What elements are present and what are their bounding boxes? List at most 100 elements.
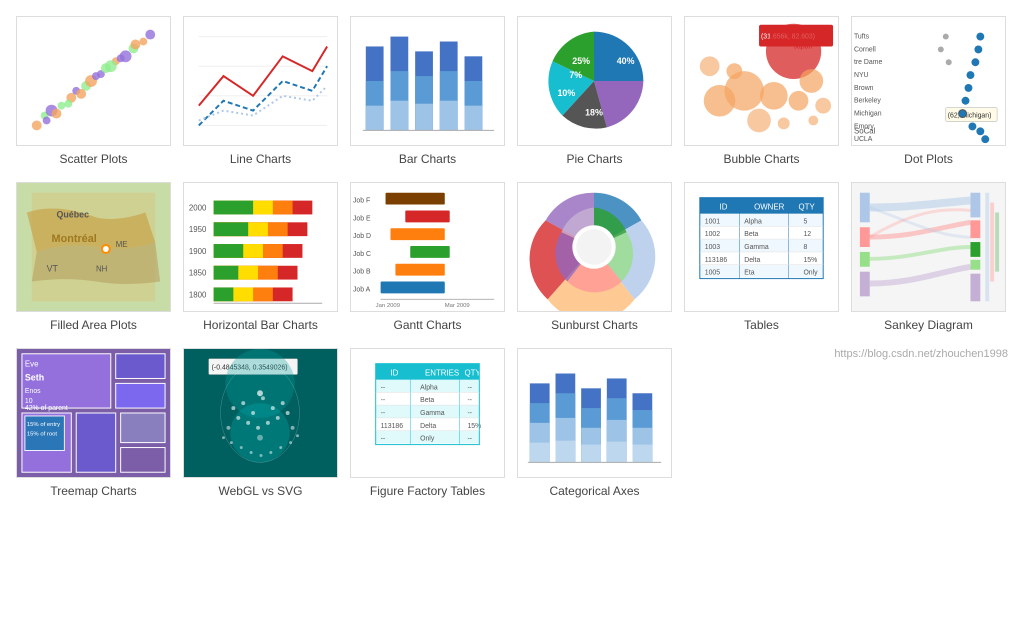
svg-text:--: -- xyxy=(467,410,472,417)
svg-text:7%: 7% xyxy=(569,70,582,80)
svg-text:1800: 1800 xyxy=(189,290,207,299)
svg-text:Jan 2009: Jan 2009 xyxy=(376,303,400,309)
svg-text:Beta: Beta xyxy=(744,231,758,238)
svg-text:Job A: Job A xyxy=(353,286,371,293)
svg-text:5: 5 xyxy=(803,218,807,225)
chart-item-catax[interactable]: Categorical Axes xyxy=(517,348,672,498)
svg-text:Eta: Eta xyxy=(744,270,755,277)
chart-item-bubble[interactable]: (31.656k, 82.603) Japan Bubble Charts xyxy=(684,16,839,166)
svg-text:(62, Michigan): (62, Michigan) xyxy=(948,113,992,120)
chart-label-figfac: Figure Factory Tables xyxy=(370,484,485,498)
svg-text:Job E: Job E xyxy=(353,215,371,222)
svg-text:1003: 1003 xyxy=(705,244,720,251)
svg-text:2000: 2000 xyxy=(189,203,207,212)
svg-text:1950: 1950 xyxy=(189,225,207,234)
chart-thumb-scatter xyxy=(16,16,171,146)
chart-item-bar[interactable]: Bar Charts xyxy=(350,16,505,166)
chart-thumb-treemap: Eve Seth Enos 10 42% of parent 15% of en… xyxy=(16,348,171,478)
svg-text:ID: ID xyxy=(720,202,728,211)
svg-text:1001: 1001 xyxy=(705,218,720,225)
chart-label-bubble: Bubble Charts xyxy=(723,152,799,166)
svg-text:--: -- xyxy=(381,384,386,391)
svg-text:OWNER: OWNER xyxy=(754,202,784,211)
chart-item-figfac[interactable]: ID ENTRIES QTY -- Alpha -- -- Beta -- --… xyxy=(350,348,505,498)
chart-label-bar: Bar Charts xyxy=(399,152,456,166)
chart-item-scatter[interactable]: Scatter Plots xyxy=(16,16,171,166)
svg-text:15% of entry: 15% of entry xyxy=(27,422,60,428)
svg-text:42% of parent: 42% of parent xyxy=(25,405,68,412)
svg-text:113186: 113186 xyxy=(381,423,404,430)
svg-text:15% of root: 15% of root xyxy=(27,432,58,438)
svg-text:Eve: Eve xyxy=(25,360,39,369)
chart-thumb-figfac: ID ENTRIES QTY -- Alpha -- -- Beta -- --… xyxy=(350,348,505,478)
svg-text:NYU: NYU xyxy=(854,72,869,79)
svg-text:12: 12 xyxy=(803,231,811,238)
chart-item-filledarea[interactable]: Québec Montréal ME VT NH Filled Area Plo… xyxy=(16,182,171,332)
chart-item-gantt[interactable]: Job F Job E Job D Job C Job B Job A Jan … xyxy=(350,182,505,332)
chart-item-webgl[interactable]: (-0.4845348, 0.3549026) xyxy=(183,348,338,498)
chart-thumb-filledarea: Québec Montréal ME VT NH xyxy=(16,182,171,312)
chart-item-line[interactable]: Line Charts xyxy=(183,16,338,166)
svg-text:Cornell: Cornell xyxy=(854,46,876,53)
svg-text:NH: NH xyxy=(96,265,108,274)
footer-link: https://blog.csdn.net/zhouchen1998 xyxy=(834,348,1008,360)
chart-item-sankey[interactable]: Sankey Diagram xyxy=(851,182,1006,332)
svg-text:VT: VT xyxy=(47,264,59,274)
svg-text:Gamma: Gamma xyxy=(420,410,445,417)
svg-text:Job D: Job D xyxy=(353,233,371,240)
chart-thumb-webgl: (-0.4845348, 0.3549026) xyxy=(183,348,338,478)
chart-label-treemap: Treemap Charts xyxy=(50,484,136,498)
svg-text:--: -- xyxy=(467,384,472,391)
svg-text:Only: Only xyxy=(420,436,435,443)
chart-thumb-sankey xyxy=(851,182,1006,312)
svg-text:Montréal: Montréal xyxy=(52,233,97,245)
chart-label-sunburst: Sunburst Charts xyxy=(551,318,638,332)
svg-text:--: -- xyxy=(381,397,386,404)
svg-text:113186: 113186 xyxy=(705,257,728,264)
svg-text:25%: 25% xyxy=(572,56,590,66)
svg-text:Berkeley: Berkeley xyxy=(854,98,881,105)
svg-text:Delta: Delta xyxy=(420,423,436,430)
chart-thumb-bubble: (31.656k, 82.603) Japan xyxy=(684,16,839,146)
svg-text:tre Dame: tre Dame xyxy=(854,59,883,66)
svg-text:--: -- xyxy=(467,397,472,404)
chart-item-tables[interactable]: ID OWNER QTY 1001 Alpha 5 1002 Beta 12 1… xyxy=(684,182,839,332)
svg-text:Brown: Brown xyxy=(854,85,874,92)
svg-text:Seth: Seth xyxy=(25,372,44,382)
chart-label-sankey: Sankey Diagram xyxy=(884,318,973,332)
chart-item-treemap[interactable]: Eve Seth Enos 10 42% of parent 15% of en… xyxy=(16,348,171,498)
svg-text:10%: 10% xyxy=(557,88,575,98)
chart-item-dotplot[interactable]: Tufts Cornell tre Dame NYU Brown Berkele… xyxy=(851,16,1006,166)
svg-text:Enos: Enos xyxy=(25,388,41,395)
svg-text:--: -- xyxy=(381,410,386,417)
chart-label-dotplot: Dot Plots xyxy=(904,152,953,166)
svg-text:Only: Only xyxy=(803,270,818,277)
chart-item-pie[interactable]: 40% 25% 18% 10% 7% Pie Charts xyxy=(517,16,672,166)
chart-label-catax: Categorical Axes xyxy=(549,484,639,498)
svg-text:15%: 15% xyxy=(803,257,817,264)
svg-text:Alpha: Alpha xyxy=(420,384,438,391)
svg-text:18%: 18% xyxy=(585,108,603,118)
chart-item-hbar[interactable]: 2000 1950 1900 1850 1800 xyxy=(183,182,338,332)
svg-text:40%: 40% xyxy=(617,56,635,66)
svg-text:Beta: Beta xyxy=(420,397,434,404)
chart-thumb-gantt: Job F Job E Job D Job C Job B Job A Jan … xyxy=(350,182,505,312)
chart-thumb-pie: 40% 25% 18% 10% 7% xyxy=(517,16,672,146)
chart-label-gantt: Gantt Charts xyxy=(393,318,461,332)
chart-thumb-hbar: 2000 1950 1900 1850 1800 xyxy=(183,182,338,312)
svg-text:Job B: Job B xyxy=(353,269,371,276)
svg-text:Alpha: Alpha xyxy=(744,218,762,225)
svg-text:ENTRIES: ENTRIES xyxy=(425,368,459,377)
chart-label-pie: Pie Charts xyxy=(566,152,622,166)
chart-thumb-sunburst xyxy=(517,182,672,312)
svg-text:1005: 1005 xyxy=(705,270,720,277)
chart-label-scatter: Scatter Plots xyxy=(59,152,127,166)
svg-text:1900: 1900 xyxy=(189,247,207,256)
chart-thumb-line xyxy=(183,16,338,146)
svg-text:--: -- xyxy=(381,436,386,443)
chart-item-sunburst[interactable]: Sunburst Charts xyxy=(517,182,672,332)
svg-text:ID: ID xyxy=(390,368,398,377)
svg-text:Job C: Job C xyxy=(353,251,371,258)
svg-text:Tufts: Tufts xyxy=(854,34,870,41)
svg-text:Job F: Job F xyxy=(353,198,370,205)
